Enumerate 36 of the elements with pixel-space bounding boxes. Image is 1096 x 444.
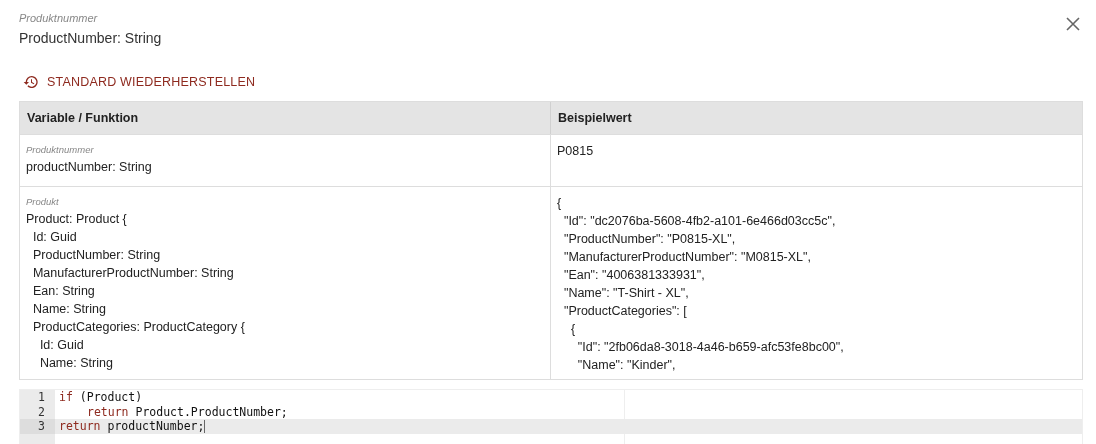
line-number: 3: [20, 419, 55, 434]
column-header: Variable / Funktion: [20, 102, 551, 134]
close-icon[interactable]: [1066, 17, 1080, 31]
example-line: "ProductNumber": "P0815-XL",: [562, 231, 737, 248]
example-line: P0815: [557, 143, 595, 160]
example-line: "ProductCategories": [: [562, 303, 688, 320]
code-line: if (Product): [58, 390, 143, 405]
column-header: Beispielwert: [557, 110, 633, 127]
variable-line: ManufacturerProductNumber: String: [31, 265, 235, 282]
variable-line: Product: Product {: [26, 211, 128, 228]
variable-line: ProductNumber: String: [31, 247, 162, 264]
variable-line: Id: Guid: [31, 229, 78, 246]
variable-line: Name: String: [38, 355, 114, 372]
example-line: "Name": "Kinder",: [576, 357, 677, 374]
example-line: {: [569, 321, 577, 338]
restore-default-button[interactable]: STANDARD WIEDERHERSTELLEN: [23, 74, 256, 90]
dialog-title: ProductNumber: String: [19, 30, 162, 46]
example-line: "Id": "dc2076ba-5608-4fb2-a101-6e466d03cc5c",: [562, 213, 837, 230]
variable-line: Name: String: [31, 301, 107, 318]
code-line: return productNumber;: [58, 419, 206, 434]
variable-caption: Produkt: [26, 196, 60, 207]
example-line: "Ean": "4006381333931",: [562, 267, 706, 284]
history-icon: [23, 74, 39, 90]
variable-line: Id: Guid: [38, 337, 85, 354]
code-editor[interactable]: 1 if (Product) 2 return Product.ProductNumber; 3 return productNumber;: [19, 389, 1083, 444]
variable-line: Ean: String: [31, 283, 96, 300]
variable-line: productNumber: String: [26, 159, 153, 176]
code-line: return Product.ProductNumber;: [86, 404, 288, 419]
dialog-caption: Produktnummer: [19, 12, 99, 24]
example-line: "Name": "T-Shirt - XL",: [562, 285, 690, 302]
variable-caption: Produktnummer: [26, 144, 95, 155]
example-line: "Id": "2fb06da8-3018-4a46-b659-afc53fe8bc00",: [576, 339, 845, 356]
variable-line: ProductCategories: ProductCategory {: [31, 319, 246, 336]
example-line: "ManufacturerProductNumber": "M0815-XL",: [562, 249, 812, 266]
line-number: 1: [20, 390, 55, 405]
example-line: {: [557, 195, 563, 212]
